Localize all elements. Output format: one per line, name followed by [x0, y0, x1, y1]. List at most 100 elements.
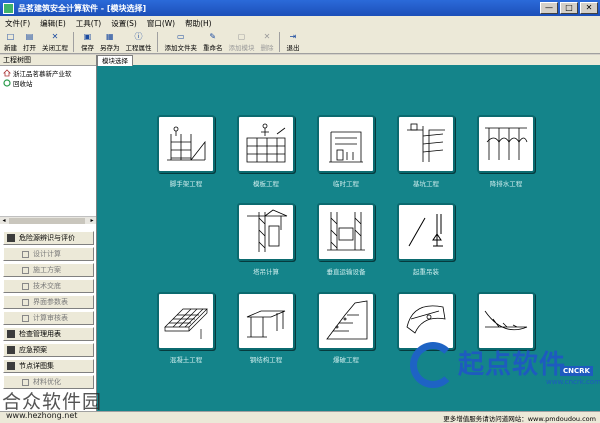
new-icon: □ — [6, 31, 15, 41]
close-project-button[interactable]: ✕ 关闭工程 — [40, 30, 70, 53]
project-tree: 浙江品茗慕新产业软 回收站 — [0, 66, 96, 88]
category-list: 危险源辨识与评价 设计计算 施工方案 技术交底 界面参数表 计算审核表 检查管理… — [3, 231, 94, 391]
module-foundation-pit[interactable] — [397, 115, 455, 173]
hezhong-url: www.hezhong.net — [6, 411, 78, 420]
bridge-icon — [484, 310, 528, 331]
module-label: 基坑工程 — [413, 180, 439, 188]
open-button[interactable]: ▤ 打开 — [21, 30, 38, 53]
module-dewatering[interactable] — [477, 115, 535, 173]
project-properties-button[interactable]: ⓘ 工程属性 — [124, 30, 154, 53]
document-icon — [22, 282, 29, 290]
blasting-icon — [326, 300, 368, 340]
module-concrete[interactable] — [157, 292, 215, 350]
menu-edit[interactable]: 编辑(E) — [35, 18, 71, 29]
tree-horizontal-scrollbar[interactable]: ◂ ▸ — [0, 216, 96, 224]
module-temporary[interactable] — [317, 115, 375, 173]
rename-button[interactable]: ✎ 重命名 — [201, 30, 225, 53]
category-inspection-tables[interactable]: 检查管理用表 — [3, 327, 94, 341]
category-icon — [7, 346, 15, 354]
document-icon — [22, 250, 29, 258]
add-module-button[interactable]: ▢ 添加模块 — [227, 30, 257, 53]
table-icon — [22, 314, 29, 322]
category-hazard-identification[interactable]: 危险源辨识与评价 — [3, 231, 94, 245]
tree-node-project[interactable]: 浙江品茗慕新产业软 — [3, 68, 96, 78]
new-button[interactable]: □ 新建 — [2, 30, 19, 53]
menu-help[interactable]: 帮助(H) — [180, 18, 217, 29]
add-folder-button[interactable]: ▭ 添加文件夹 — [163, 30, 200, 53]
hoist-icon — [327, 212, 365, 251]
module-label: 钢结构工程 — [249, 356, 283, 364]
delete-button[interactable]: ✕ 删除 — [259, 30, 276, 53]
app-icon — [3, 2, 14, 14]
module-blasting[interactable] — [317, 292, 375, 350]
project-tree-header: 工程树图 — [0, 55, 96, 66]
save-as-button[interactable]: ▦ 另存为 — [98, 30, 122, 53]
maximize-button[interactable]: □ — [560, 2, 578, 14]
minimize-button[interactable]: — — [540, 2, 558, 14]
module-scaffold[interactable] — [157, 115, 215, 173]
save-icon: ▣ — [83, 31, 92, 41]
exit-icon: ⇥ — [289, 31, 297, 41]
rename-icon: ✎ — [209, 31, 217, 41]
toolbar-separator — [73, 32, 74, 52]
menu-file[interactable]: 文件(F) — [0, 18, 35, 29]
module-formwork[interactable] — [237, 115, 295, 173]
category-technical-briefing[interactable]: 技术交底 — [3, 279, 94, 293]
module-label: 降排水工程 — [489, 180, 523, 188]
module-steel[interactable] — [237, 292, 295, 350]
house-icon — [3, 69, 11, 77]
open-icon: ▤ — [25, 31, 34, 41]
recycle-icon — [3, 79, 11, 87]
category-construction-plan[interactable]: 施工方案 — [3, 263, 94, 277]
info-icon: ⓘ — [134, 31, 143, 41]
toolbar: □ 新建 ▤ 打开 ✕ 关闭工程 ▣ 保存 ▦ 另存为 ⓘ 工程属性 ▭ 添加文件夹 ✎ 重命名… — [0, 30, 600, 54]
folder-icon: ▭ — [176, 31, 185, 41]
lifting-icon — [408, 214, 443, 247]
tower-crane-icon — [247, 209, 288, 252]
exit-button[interactable]: ⇥ 退出 — [285, 30, 302, 53]
scroll-right-icon[interactable]: ▸ — [88, 217, 96, 225]
module-lifting[interactable] — [397, 203, 455, 261]
toolbar-separator — [156, 32, 158, 52]
category-icon — [7, 362, 15, 370]
tab-strip — [97, 55, 600, 65]
category-emergency-plan[interactable]: 应急预案 — [3, 343, 94, 357]
save-button[interactable]: ▣ 保存 — [79, 30, 96, 53]
scroll-thumb[interactable] — [9, 218, 85, 224]
steel-icon — [246, 310, 286, 338]
module-label: 混凝土工程 — [169, 356, 203, 364]
menu-tools[interactable]: 工具(T) — [71, 18, 106, 29]
module-tower-crane[interactable] — [237, 203, 295, 261]
menu-settings[interactable]: 设置(S) — [106, 18, 142, 29]
concrete-icon — [164, 308, 208, 339]
module-label: 临时工程 — [333, 180, 359, 188]
table-icon — [22, 298, 29, 306]
brand-name: 起点软件 — [458, 350, 567, 380]
category-review-table[interactable]: 计算审核表 — [3, 311, 94, 325]
category-icon — [7, 234, 15, 242]
document-icon — [22, 378, 29, 386]
tunnel-icon — [406, 305, 446, 334]
category-design-calc[interactable]: 设计计算 — [3, 247, 94, 261]
menu-window[interactable]: 窗口(W) — [142, 18, 180, 29]
cncrk-logo-icon — [410, 342, 456, 388]
toolbar-separator — [278, 32, 280, 52]
tree-node-recycle-bin[interactable]: 回收站 — [3, 78, 96, 88]
category-parameter-table[interactable]: 界面参数表 — [3, 295, 94, 309]
module-label: 塔吊计算 — [253, 268, 279, 276]
close-button[interactable]: ✕ — [580, 2, 598, 14]
close-project-icon: ✕ — [51, 31, 59, 41]
tab-module-select[interactable]: 模块选择 — [97, 55, 133, 66]
module-hoist[interactable] — [317, 203, 375, 261]
module-label: 爆破工程 — [333, 356, 359, 364]
scroll-left-icon[interactable]: ◂ — [0, 217, 8, 225]
scaffold-icon — [167, 126, 206, 161]
save-as-icon: ▦ — [105, 31, 114, 41]
module-label: 脚手架工程 — [169, 180, 203, 188]
formwork-icon — [246, 123, 286, 163]
brand-badge: CNCRK — [560, 366, 593, 376]
menu-bar: 文件(F) 编辑(E) 工具(T) 设置(S) 窗口(W) 帮助(H) — [0, 16, 600, 30]
title-bar: 品茗建筑安全计算软件 - [模块选择] — □ ✕ — [0, 0, 600, 16]
project-tree-panel: 工程树图 浙江品茗慕新产业软 回收站 ◂ ▸ 危险源辨识与评价 设计计算 施工方… — [0, 55, 97, 411]
category-node-details[interactable]: 节点详图集 — [3, 359, 94, 373]
